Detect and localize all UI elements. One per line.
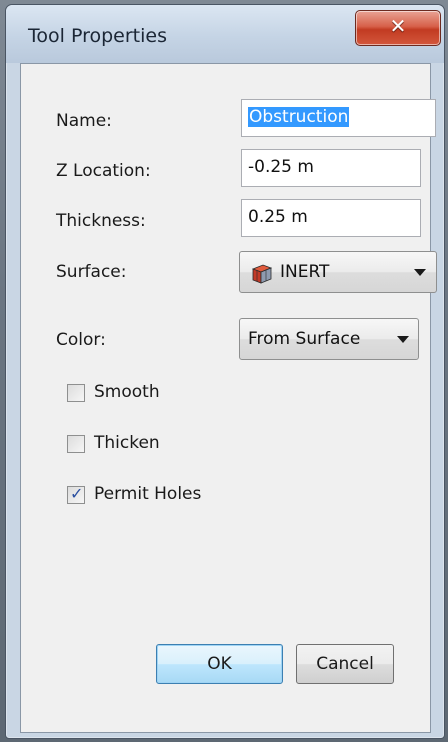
thickness-label: Thickness: xyxy=(56,211,146,231)
tool-properties-dialog: Tool Properties ✕ Name: Obstruction Z Lo… xyxy=(5,4,445,739)
color-dropdown[interactable]: From Surface xyxy=(239,318,419,360)
color-label: Color: xyxy=(56,330,106,350)
dialog-body: Name: Obstruction Z Location: -0.25 m Th… xyxy=(20,63,437,733)
check-icon: ✓ xyxy=(70,484,84,503)
thickness-value: 0.25 m xyxy=(248,207,308,227)
name-field[interactable]: Obstruction xyxy=(241,99,436,137)
ok-button[interactable]: OK xyxy=(156,644,283,684)
smooth-checkbox[interactable] xyxy=(67,384,85,402)
surface-box-icon xyxy=(251,264,273,284)
close-icon: ✕ xyxy=(389,14,407,38)
title-bar[interactable]: Tool Properties ✕ xyxy=(6,5,444,63)
window-title: Tool Properties xyxy=(28,25,167,47)
name-field-value: Obstruction xyxy=(248,107,350,127)
chevron-down-icon xyxy=(397,336,409,343)
permit-holes-checkbox[interactable]: ✓ xyxy=(67,484,85,504)
surface-dropdown[interactable]: INERT xyxy=(239,251,437,293)
smooth-label: Smooth xyxy=(94,382,160,402)
z-location-value: -0.25 m xyxy=(248,157,314,177)
name-label: Name: xyxy=(56,111,112,131)
thicken-checkbox[interactable] xyxy=(67,435,85,453)
permit-holes-label: Permit Holes xyxy=(94,484,202,504)
color-dropdown-value: From Surface xyxy=(248,329,361,349)
z-location-label: Z Location: xyxy=(56,161,151,181)
surface-label: Surface: xyxy=(56,262,127,282)
cancel-button[interactable]: Cancel xyxy=(296,644,394,684)
chevron-down-icon xyxy=(414,269,426,276)
surface-dropdown-value: INERT xyxy=(280,262,330,282)
thickness-field[interactable]: 0.25 m xyxy=(241,199,421,237)
thicken-label: Thicken xyxy=(94,433,160,453)
z-location-field[interactable]: -0.25 m xyxy=(241,149,421,187)
close-button[interactable]: ✕ xyxy=(355,10,441,46)
